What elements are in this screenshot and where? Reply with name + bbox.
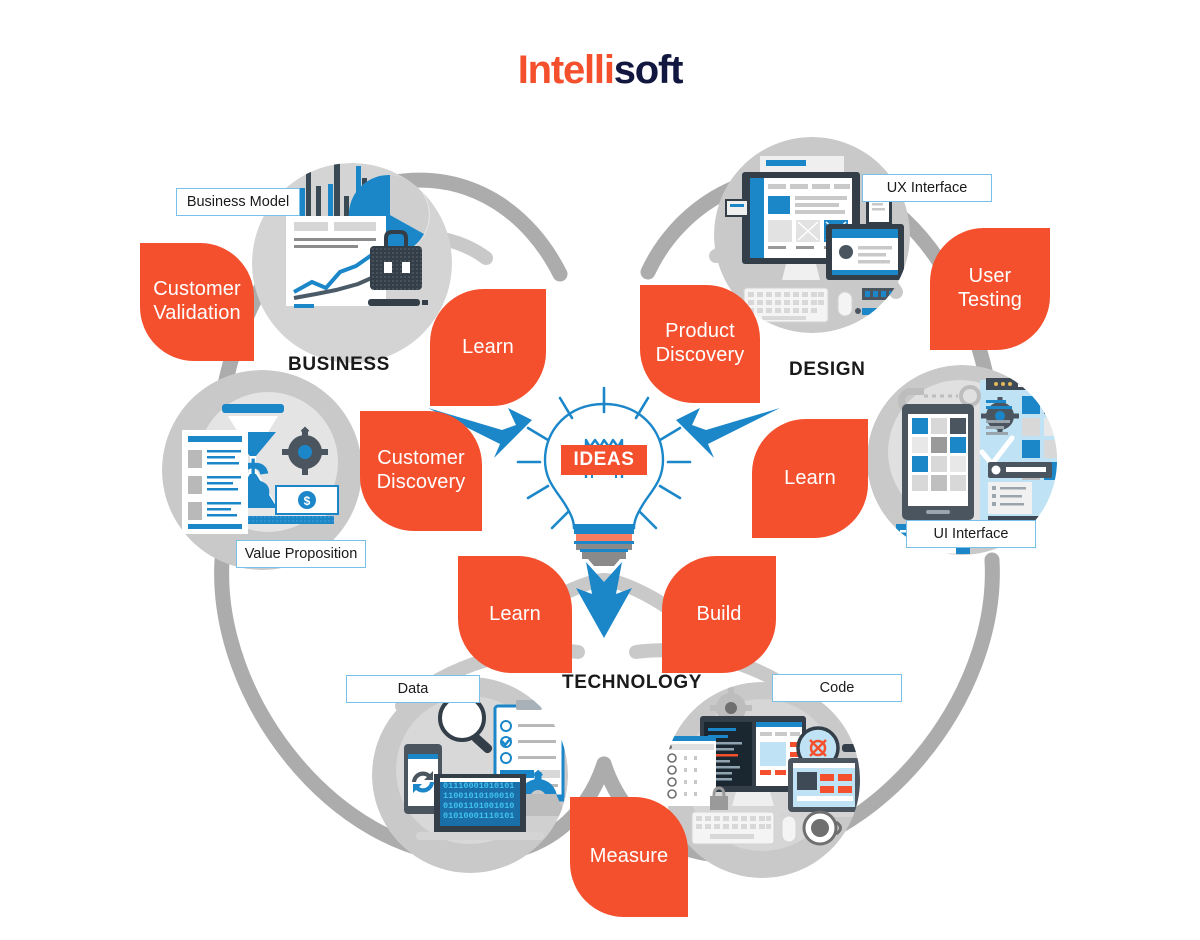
leaf-label: Product Discovery [655,320,745,366]
leaf-customer-discovery: Customer Discovery [360,411,482,531]
chip-data: Data [346,675,480,703]
pillar-label-design: DESIGN [789,359,866,380]
leaf-label: Learn [462,335,514,358]
leaf-label: Measure [589,845,669,868]
svg-text:01110001010101: 01110001010101 [443,781,514,791]
leaf-label: User Testing [957,265,1023,311]
leaf-label: Customer Discovery [376,447,466,493]
leaf-customer-validation: Customer Validation [140,243,254,361]
ideas-label: IDEAS [561,445,647,475]
leaf-learn-design: Learn [752,419,868,538]
leaf-measure: Measure [570,797,688,917]
chip-code: Code [772,674,902,702]
pillar-label-technology: TECHNOLOGY [562,672,703,693]
svg-text:01010001110101: 01010001110101 [443,811,514,821]
chip-value-proposition: Value Proposition [236,540,366,568]
leaf-label: Build [696,602,742,625]
illustration-data [372,677,568,873]
leaf-label: Customer Validation [153,278,241,324]
lightbulb-base [574,524,634,566]
leaf-product-discovery: Product Discovery [640,285,760,403]
chip-business-model: Business Model [176,188,300,216]
leaf-learn-technology: Learn [458,556,572,673]
leaf-learn-business: Learn [430,289,546,406]
binary-code-text: 01110001010101 11001010100010 0100110100… [443,781,514,821]
illustration-code [664,682,860,878]
leaf-label: Learn [489,602,541,625]
leaf-user-testing: User Testing [930,228,1050,350]
svg-text:01001101001010: 01001101001010 [443,801,514,811]
svg-text:11001010100010: 11001010100010 [443,791,514,801]
leaf-label: Learn [784,466,836,489]
svg-text:$: $ [304,494,311,508]
leaf-build: Build [662,556,776,673]
chip-ux-interface: UX Interface [862,174,992,202]
chip-ui-interface: UI Interface [906,520,1036,548]
pillar-label-business: BUSINESS [288,354,390,375]
